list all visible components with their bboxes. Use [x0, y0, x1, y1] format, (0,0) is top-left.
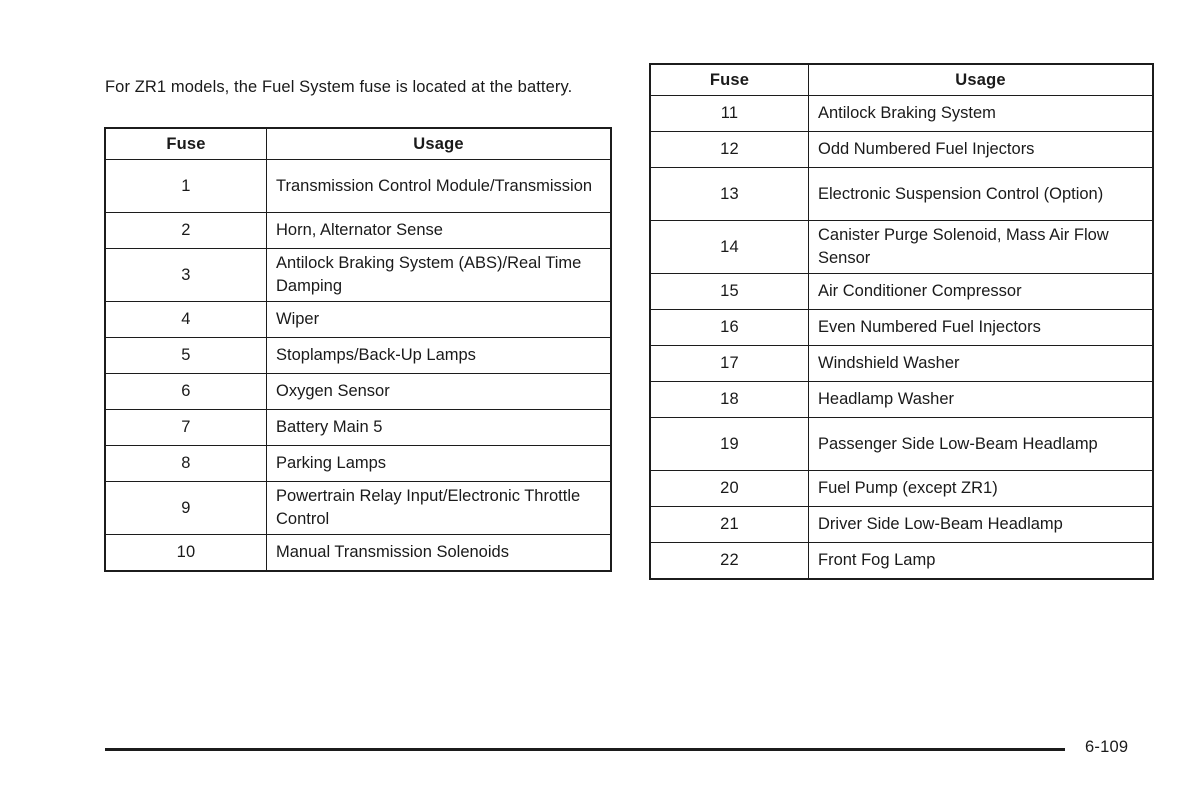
column-header-fuse: Fuse — [650, 64, 809, 96]
fuse-number-cell: 20 — [650, 470, 809, 507]
table-row: 6 Oxygen Sensor — [105, 373, 611, 410]
fuse-usage-cell: Transmission Control Module/Transmission — [266, 159, 611, 213]
table-header-row: Fuse Usage — [650, 64, 1153, 96]
fuse-number-cell: 19 — [650, 417, 809, 471]
fuse-number-cell: 15 — [650, 273, 809, 310]
table-row: 4 Wiper — [105, 301, 611, 338]
table-row: 17 Windshield Washer — [650, 345, 1153, 382]
fuse-usage-cell: Canister Purge Solenoid, Mass Air Flow S… — [808, 220, 1153, 274]
fuse-usage-cell: Antilock Braking System — [808, 95, 1153, 132]
column-header-usage: Usage — [808, 64, 1153, 96]
manual-page: For ZR1 models, the Fuel System fuse is … — [0, 0, 1200, 800]
fuse-usage-cell: Manual Transmission Solenoids — [266, 534, 611, 571]
fuse-usage-cell: Oxygen Sensor — [266, 373, 611, 410]
fuse-usage-cell: Antilock Braking System (ABS)/Real Time … — [266, 248, 611, 302]
fuse-number-cell: 7 — [105, 409, 267, 446]
fuse-table-right-body: 11 Antilock Braking System 12 Odd Numbered … — [650, 95, 1153, 579]
table-row: 21 Driver Side Low-Beam Headlamp — [650, 506, 1153, 543]
fuse-usage-cell: Parking Lamps — [266, 445, 611, 482]
fuse-number-cell: 12 — [650, 131, 809, 168]
table-row: 1 Transmission Control Module/Transmissio… — [105, 159, 611, 213]
page-number: 6-109 — [1085, 738, 1129, 756]
fuse-number-cell: 18 — [650, 381, 809, 418]
column-header-fuse: Fuse — [105, 128, 267, 160]
table-row: 2 Horn, Alternator Sense — [105, 212, 611, 249]
table-row: 11 Antilock Braking System — [650, 95, 1153, 132]
fuse-number-cell: 1 — [105, 159, 267, 213]
table-row: 3 Antilock Braking System (ABS)/Real Time… — [105, 248, 611, 302]
fuse-usage-cell: Even Numbered Fuel Injectors — [808, 309, 1153, 346]
fuse-number-cell: 9 — [105, 481, 267, 535]
fuse-usage-cell: Horn, Alternator Sense — [266, 212, 611, 249]
fuse-number-cell: 6 — [105, 373, 267, 410]
table-row: 13 Electronic Suspension Control (Option) — [650, 167, 1153, 221]
fuse-usage-cell: Stoplamps/Back-Up Lamps — [266, 337, 611, 374]
fuse-usage-cell: Fuel Pump (except ZR1) — [808, 470, 1153, 507]
table-row: 22 Front Fog Lamp — [650, 542, 1153, 579]
fuse-table-right: Fuse Usage 11 Antilock Braking System 12 Od… — [650, 64, 1153, 579]
fuse-number-cell: 21 — [650, 506, 809, 543]
table-row: 8 Parking Lamps — [105, 445, 611, 482]
fuse-number-cell: 13 — [650, 167, 809, 221]
fuse-number-cell: 22 — [650, 542, 809, 579]
table-row: 5 Stoplamps/Back-Up Lamps — [105, 337, 611, 374]
fuse-number-cell: 16 — [650, 309, 809, 346]
table-row: 9 Powertrain Relay Input/Electronic Throt… — [105, 481, 611, 535]
footer-divider — [105, 748, 1065, 751]
fuse-number-cell: 17 — [650, 345, 809, 382]
column-header-usage: Usage — [266, 128, 611, 160]
fuse-usage-cell: Wiper — [266, 301, 611, 338]
table-row: 12 Odd Numbered Fuel Injectors — [650, 131, 1153, 168]
fuse-number-cell: 14 — [650, 220, 809, 274]
fuse-number-cell: 4 — [105, 301, 267, 338]
fuse-number-cell: 3 — [105, 248, 267, 302]
fuse-usage-cell: Electronic Suspension Control (Option) — [808, 167, 1153, 221]
fuse-usage-cell: Air Conditioner Compressor — [808, 273, 1153, 310]
table-header-row: Fuse Usage — [105, 128, 611, 160]
table-row: 10 Manual Transmission Solenoids — [105, 534, 611, 571]
table-row: 20 Fuel Pump (except ZR1) — [650, 470, 1153, 507]
fuse-number-cell: 2 — [105, 212, 267, 249]
table-row: 15 Air Conditioner Compressor — [650, 273, 1153, 310]
fuse-usage-cell: Windshield Washer — [808, 345, 1153, 382]
fuse-number-cell: 5 — [105, 337, 267, 374]
fuse-usage-cell: Battery Main 5 — [266, 409, 611, 446]
fuse-number-cell: 11 — [650, 95, 809, 132]
fuse-table-left-body: 1 Transmission Control Module/Transmissio… — [105, 159, 611, 571]
fuse-usage-cell: Powertrain Relay Input/Electronic Thrott… — [266, 481, 611, 535]
fuse-usage-cell: Driver Side Low-Beam Headlamp — [808, 506, 1153, 543]
intro-paragraph: For ZR1 models, the Fuel System fuse is … — [105, 77, 573, 96]
fuse-usage-cell: Front Fog Lamp — [808, 542, 1153, 579]
fuse-number-cell: 10 — [105, 534, 267, 571]
fuse-table-left: Fuse Usage 1 Transmission Control Module/… — [105, 128, 611, 571]
table-row: 19 Passenger Side Low-Beam Headlamp — [650, 417, 1153, 471]
table-row: 16 Even Numbered Fuel Injectors — [650, 309, 1153, 346]
fuse-usage-cell: Odd Numbered Fuel Injectors — [808, 131, 1153, 168]
fuse-number-cell: 8 — [105, 445, 267, 482]
table-row: 14 Canister Purge Solenoid, Mass Air Flow… — [650, 220, 1153, 274]
fuse-usage-cell: Headlamp Washer — [808, 381, 1153, 418]
fuse-usage-cell: Passenger Side Low-Beam Headlamp — [808, 417, 1153, 471]
table-row: 7 Battery Main 5 — [105, 409, 611, 446]
table-row: 18 Headlamp Washer — [650, 381, 1153, 418]
